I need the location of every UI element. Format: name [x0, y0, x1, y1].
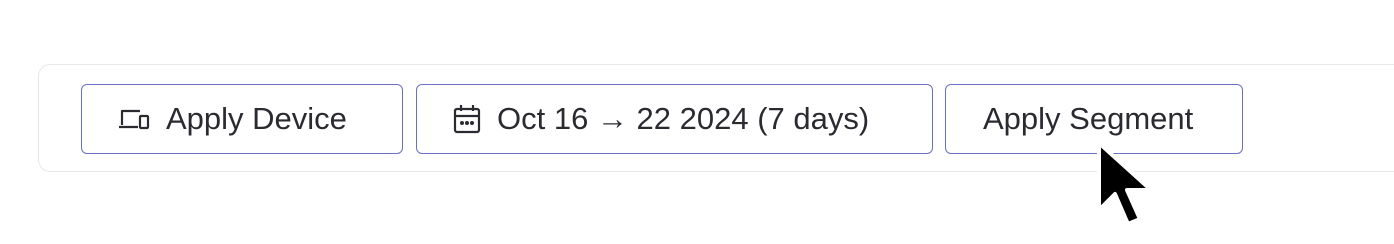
apply-device-button[interactable]: Apply Device: [81, 84, 403, 154]
filter-stage: Apply Device Oct 16 → 22 2024 (7 days) A…: [0, 0, 1394, 244]
apply-segment-label: Apply Segment: [983, 101, 1194, 136]
date-range-button[interactable]: Oct 16 → 22 2024 (7 days): [416, 84, 933, 154]
mouse-pointer-icon: [1097, 141, 1153, 226]
calendar-icon: [453, 104, 481, 134]
apply-segment-button[interactable]: Apply Segment: [945, 84, 1243, 154]
date-range-label: Oct 16 → 22 2024 (7 days): [497, 101, 870, 136]
devices-icon: [118, 107, 150, 131]
apply-device-label: Apply Device: [166, 101, 347, 136]
